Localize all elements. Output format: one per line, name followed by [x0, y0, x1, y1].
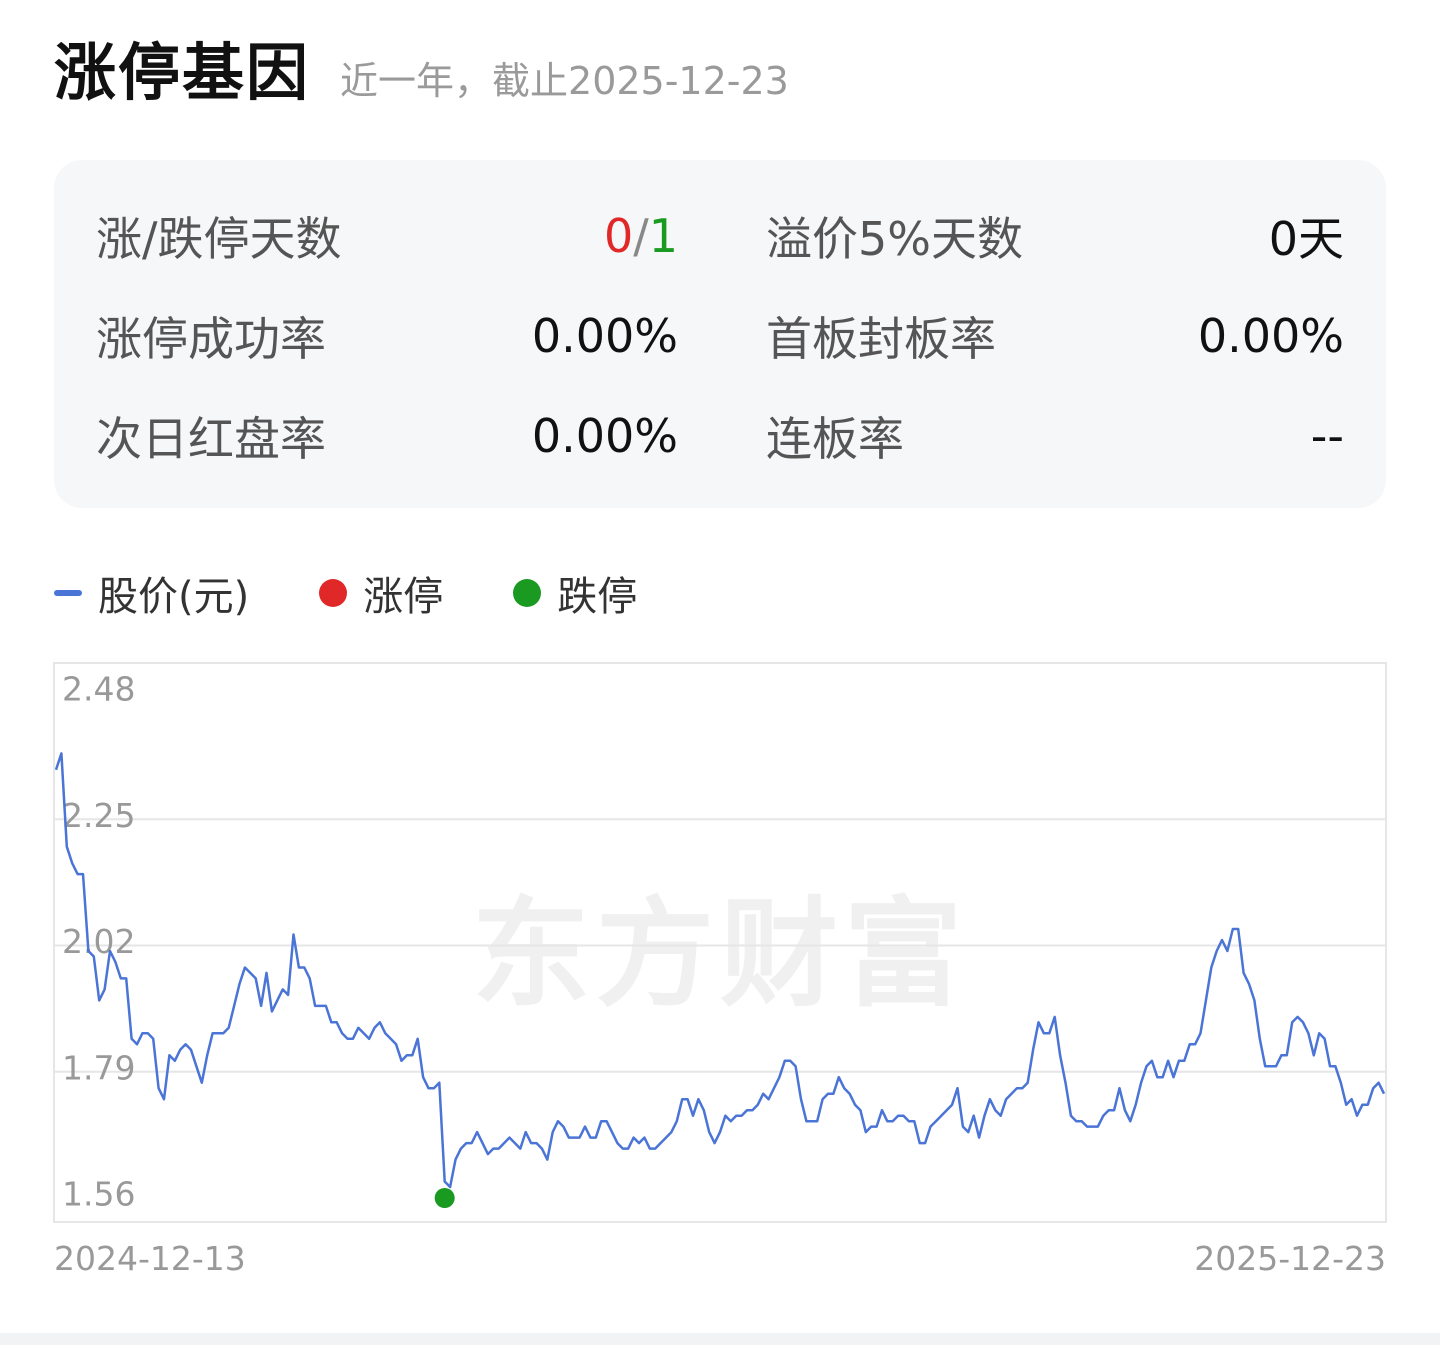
legend-item-limit-up[interactable]: 涨停: [319, 564, 443, 622]
page-subtitle: 近一年，截止2025-12-23: [340, 59, 789, 103]
price-chart-svg: 东方财富 2.48 2.25 2.02 1.79 1.56 2024-12-13 2025-1…: [53, 662, 1387, 1278]
page-title: 涨停基因: [54, 36, 311, 109]
y-tick-label: 2.48: [62, 670, 135, 709]
stat-label-next-day-red-rate: 次日红盘率: [96, 412, 326, 466]
stat-row: 涨停成功率 0.00% 首板封板率 0.00%: [54, 296, 1386, 376]
x-start-label: 2024-12-13: [54, 1239, 246, 1278]
stat-label-limit-days: 涨/跌停天数: [96, 212, 342, 266]
limit-down-count: 1: [648, 209, 678, 263]
y-tick-label: 2.02: [62, 922, 135, 961]
stat-row: 次日红盘率 0.00% 连板率 --: [54, 396, 1386, 476]
limit-separator: /: [633, 209, 649, 263]
x-end-label: 2025-12-23: [1194, 1239, 1386, 1278]
stat-value-premium-days: 0天: [1268, 212, 1344, 266]
limit-down-marker: [434, 1188, 455, 1208]
stat-value-next-day-red-rate: 0.00%: [531, 409, 678, 463]
stat-value-consecutive-rate: --: [1310, 409, 1344, 463]
legend-line-swatch: [54, 590, 82, 596]
stat-value-success-rate: 0.00%: [531, 309, 678, 363]
chart-legend: 股价(元) 涨停 跌停: [54, 568, 707, 620]
stat-label-consecutive-rate: 连板率: [766, 412, 904, 466]
stats-card: 涨/跌停天数 0/1 溢价5%天数 0天 涨停成功率 0.00% 首板封板率 0…: [54, 160, 1386, 508]
price-chart[interactable]: 东方财富 2.48 2.25 2.02 1.79 1.56 2024-12-13 2025-1…: [0, 650, 1440, 1290]
stat-row: 涨/跌停天数 0/1 溢价5%天数 0天: [54, 196, 1386, 276]
limit-up-count: 0: [603, 209, 634, 263]
stat-value-limit-days: 0/1: [604, 209, 678, 263]
stat-value-first-board-rate: 0.00%: [1197, 309, 1344, 363]
y-tick-label: 2.25: [62, 796, 135, 835]
stat-label-premium-days: 溢价5%天数: [766, 212, 1023, 266]
stat-label-first-board-rate: 首板封板率: [766, 312, 996, 366]
legend-dot-limit-down: [513, 579, 542, 607]
legend-label-price: 股价(元): [98, 574, 250, 620]
stat-label-success-rate: 涨停成功率: [96, 312, 326, 366]
y-tick-label: 1.79: [62, 1048, 135, 1087]
bottom-divider: [0, 1333, 1440, 1345]
y-tick-label: 1.56: [62, 1175, 135, 1214]
header: 涨停基因 近一年，截止2025-12-23: [54, 22, 789, 109]
legend-item-price[interactable]: 股价(元): [54, 564, 249, 622]
legend-label-limit-down: 跌停: [557, 574, 638, 620]
watermark: 东方财富: [472, 885, 968, 1023]
legend-dot-limit-up: [319, 579, 348, 607]
legend-item-limit-down[interactable]: 跌停: [513, 564, 637, 622]
legend-label-limit-up: 涨停: [363, 574, 444, 620]
